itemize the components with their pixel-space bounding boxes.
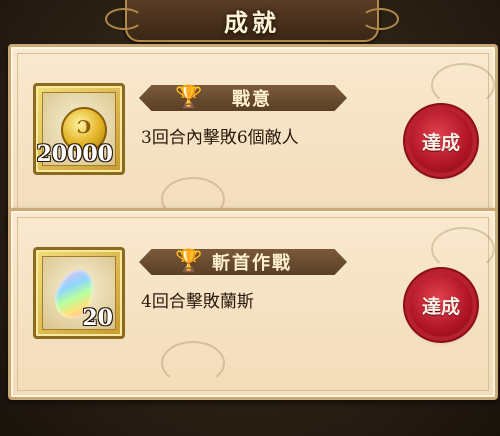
page-title: 成就 xyxy=(224,7,280,37)
reward-icon-frame: Ɔ 20000 xyxy=(36,92,116,167)
trophy-icon: 🏆 xyxy=(175,249,203,274)
decorative-swirl-icon xyxy=(161,341,225,385)
achievement-name-bar: 戰意 xyxy=(139,85,347,111)
achievement-name: 戰意 xyxy=(232,89,272,110)
reward-icon-box[interactable]: Ɔ 20000 xyxy=(33,83,125,175)
achievement-description: 3回合內擊敗6個敵人 xyxy=(141,128,299,148)
reward-quantity: 20000 xyxy=(36,141,113,167)
reward-icon-frame: 20 xyxy=(42,256,116,331)
achievement-name: 斬首作戰 xyxy=(212,253,292,274)
decorative-swirl-icon xyxy=(431,227,495,271)
achievement-description: 4回合擊敗蘭斯 xyxy=(141,292,254,312)
decorative-swirl-icon xyxy=(431,63,495,107)
trophy-icon: 🏆 xyxy=(175,85,203,110)
reward-quantity: 20 xyxy=(82,305,113,331)
achieved-seal-label: 達成 xyxy=(421,295,460,318)
title-banner: 成就 xyxy=(105,0,399,42)
reward-icon-box[interactable]: 20 xyxy=(33,247,125,339)
achieved-seal-button[interactable]: 達成 xyxy=(409,273,473,337)
achievement-card: 20 斬首作戰 🏆 4回合擊敗蘭斯 達成 xyxy=(8,208,498,400)
achievement-name-bar: 斬首作戰 xyxy=(139,249,347,275)
achieved-seal-button[interactable]: 達成 xyxy=(409,109,473,173)
achieved-seal-label: 達成 xyxy=(421,131,460,154)
